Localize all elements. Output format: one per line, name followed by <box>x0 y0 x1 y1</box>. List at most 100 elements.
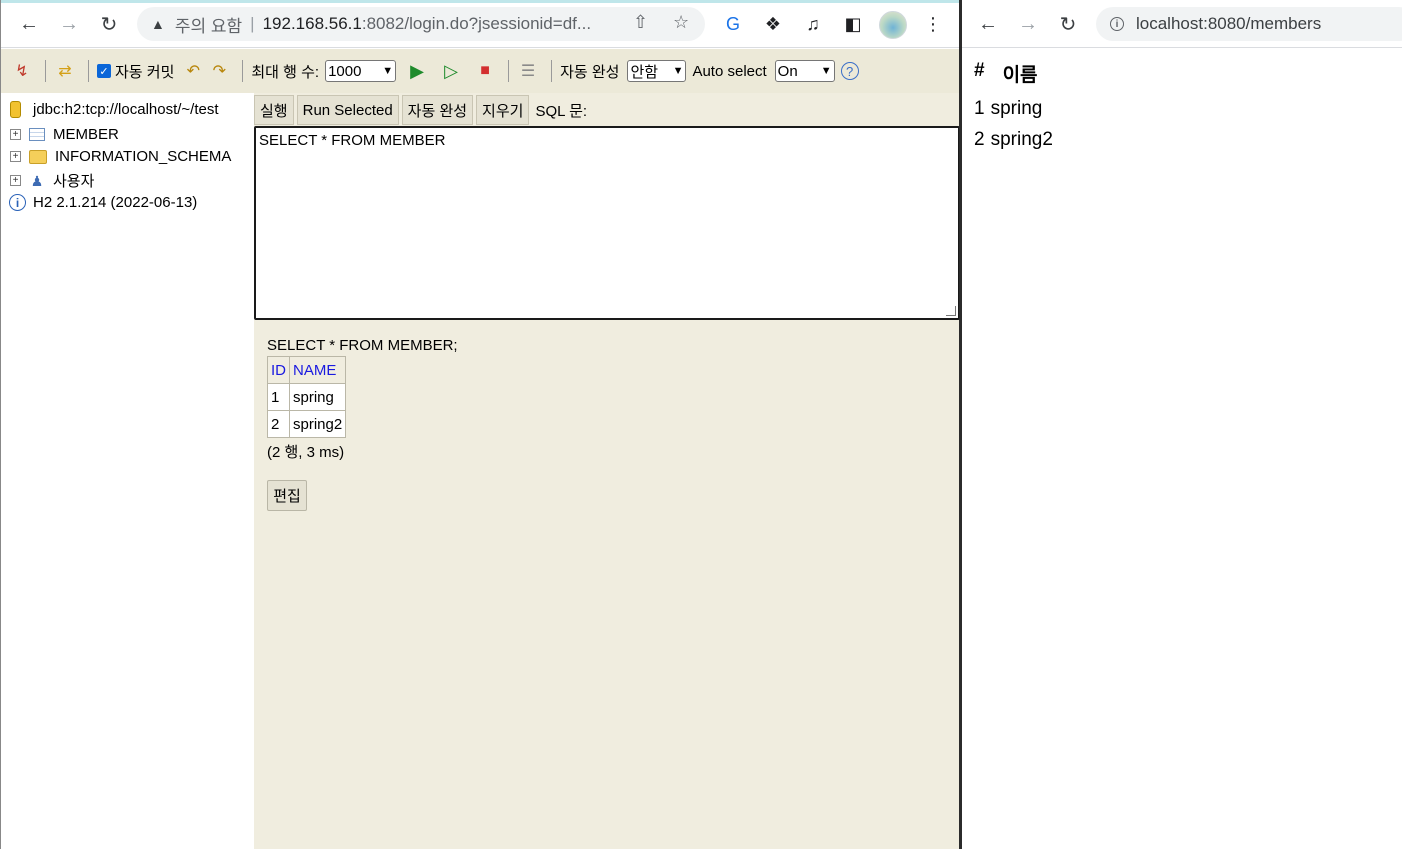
warning-icon: ▲ <box>151 16 165 32</box>
sql-editor[interactable]: SELECT * FROM MEMBER <box>254 126 960 320</box>
expand-icon[interactable]: + <box>10 129 21 140</box>
schema-tree: jdbc:h2:tcp://localhost/~/test + MEMBER … <box>2 93 254 849</box>
users-icon: ♟ <box>30 172 44 189</box>
profile-avatar[interactable] <box>879 11 907 39</box>
address-bar[interactable]: i localhost:8080/members <box>1096 7 1402 41</box>
result-summary: (2 행, 3 ms) <box>267 444 345 461</box>
max-rows-value: 1000 <box>328 62 362 80</box>
tree-item-label: 사용자 <box>53 173 95 190</box>
version-label: H2 2.1.214 (2022-06-13) <box>33 194 198 211</box>
members-header-row: # 이름 <box>974 60 1053 87</box>
address-separator: | <box>250 14 255 33</box>
chevron-down-icon: ▼ <box>382 65 394 77</box>
expand-icon[interactable]: + <box>10 175 21 186</box>
forward-icon[interactable]: → <box>55 10 83 38</box>
help-icon[interactable]: ? <box>840 62 859 80</box>
table-row: 1 spring <box>974 93 1053 124</box>
rollback-icon[interactable]: ↶ <box>182 60 204 82</box>
column-header-id[interactable]: ID <box>267 356 290 384</box>
resize-handle[interactable] <box>946 306 956 316</box>
info-icon: i <box>9 194 26 211</box>
column-header-name[interactable]: NAME <box>288 356 347 384</box>
toolbar-separator <box>551 60 553 82</box>
address-bar[interactable]: ▲ 주의 요함 | 192.168.56.1 :8082/login.do?js… <box>137 7 705 41</box>
url-text: localhost:8080/members <box>1136 14 1322 33</box>
table-icon <box>29 128 45 141</box>
run-selected-button[interactable]: Run Selected <box>296 95 399 125</box>
header-index: # <box>974 60 985 81</box>
auto-complete-button[interactable]: 자동 완성 <box>401 95 474 125</box>
members-table: # 이름 1 spring 2 spring2 <box>974 60 1053 155</box>
toolbar-separator <box>508 60 510 82</box>
result-header-row: ID NAME <box>267 356 347 384</box>
browser-toolbar: ← → ↻ i localhost:8080/members <box>962 0 1402 48</box>
back-icon[interactable]: ← <box>15 10 43 38</box>
result-query: SELECT * FROM MEMBER; <box>267 337 458 354</box>
reload-icon[interactable]: ↻ <box>1054 10 1082 38</box>
table-row: 2 spring2 <box>974 124 1053 155</box>
clear-button[interactable]: 지우기 <box>476 95 530 125</box>
sql-text: SELECT * FROM MEMBER <box>259 132 446 149</box>
tree-item-label: INFORMATION_SCHEMA <box>55 148 232 165</box>
url-host: 192.168.56.1 <box>262 14 362 33</box>
stop-icon[interactable]: ■ <box>474 60 496 82</box>
browser-toolbar: ← → ↻ ▲ 주의 요함 | 192.168.56.1 :8082/login… <box>1 0 959 48</box>
history-icon[interactable]: ☰ <box>517 60 539 82</box>
back-icon[interactable]: ← <box>974 10 1002 38</box>
max-rows-select[interactable]: 1000 ▼ <box>325 60 397 82</box>
cell-name: spring <box>288 383 347 411</box>
disconnect-icon[interactable]: ↯ <box>11 60 33 82</box>
database-icon <box>10 101 21 118</box>
tree-item-users[interactable]: + ♟ 사용자 <box>10 170 94 191</box>
auto-complete-value: 안함 <box>630 63 659 81</box>
bookmark-star-icon[interactable]: ☆ <box>673 12 689 33</box>
chevron-down-icon: ▼ <box>672 65 684 77</box>
member-name: spring2 <box>990 129 1053 150</box>
folder-icon <box>29 149 47 164</box>
query-panel: 실행 Run Selected 자동 완성 지우기 SQL 문: SELECT … <box>254 93 960 849</box>
auto-select-label: Auto select <box>692 62 767 80</box>
extensions-puzzle-icon[interactable]: ❖ <box>761 12 785 36</box>
run-button[interactable]: 실행 <box>254 95 294 125</box>
translate-icon[interactable]: G <box>721 12 745 36</box>
cell-name: spring2 <box>288 410 347 438</box>
auto-complete-select[interactable]: 안함 ▼ <box>627 60 687 82</box>
tree-item-label: MEMBER <box>53 126 119 143</box>
tree-item-information-schema[interactable]: + INFORMATION_SCHEMA <box>10 148 231 165</box>
result-table: ID NAME 1 spring 2 spring2 <box>267 356 347 438</box>
tree-item-member[interactable]: + MEMBER <box>10 126 119 143</box>
auto-select-select[interactable]: On ▼ <box>774 60 835 82</box>
member-name: spring <box>990 98 1043 119</box>
cell-id: 1 <box>267 383 290 411</box>
toolbar-separator <box>88 60 89 82</box>
run-selected-icon[interactable]: ▷ <box>440 60 462 82</box>
run-icon[interactable]: ▶ <box>406 60 428 82</box>
url-path: :8082/login.do?jsessionid=df... <box>361 14 592 33</box>
more-menu-icon[interactable]: ⋮ <box>921 12 945 36</box>
info-icon: i <box>1110 17 1124 31</box>
auto-commit-checkbox[interactable]: ✓ <box>97 64 111 78</box>
tab-strip-edge <box>1 0 959 3</box>
reload-icon[interactable]: ↻ <box>95 10 123 38</box>
share-icon[interactable]: ⇧ <box>633 12 648 33</box>
refresh-icon[interactable]: ⇄ <box>54 60 76 82</box>
max-rows-label: 최대 행 수: <box>251 63 320 81</box>
table-row: 1 spring <box>267 383 347 411</box>
member-id: 2 <box>974 129 985 150</box>
forward-icon[interactable]: → <box>1014 10 1042 38</box>
media-control-icon[interactable]: ♫ <box>801 12 825 36</box>
h2-browser-window: ← → ↻ ▲ 주의 요함 | 192.168.56.1 :8082/login… <box>0 0 960 849</box>
security-warning-label: 주의 요함 <box>174 16 243 36</box>
commit-icon[interactable]: ↷ <box>208 60 230 82</box>
toolbar-separator <box>45 60 46 82</box>
command-row: 실행 Run Selected 자동 완성 지우기 SQL 문: <box>254 95 587 125</box>
expand-icon[interactable]: + <box>10 151 21 162</box>
member-id: 1 <box>974 98 985 119</box>
side-panel-icon[interactable]: ◧ <box>841 12 865 36</box>
auto-complete-label: 자동 완성 <box>560 63 620 81</box>
edit-button[interactable]: 편집 <box>267 480 307 511</box>
members-browser-window: ← → ↻ i localhost:8080/members # 이름 1 sp… <box>962 0 1402 849</box>
auto-commit-label: 자동 커밋 <box>115 63 175 81</box>
tree-connection[interactable]: jdbc:h2:tcp://localhost/~/test <box>10 101 219 118</box>
cell-id: 2 <box>267 410 290 438</box>
